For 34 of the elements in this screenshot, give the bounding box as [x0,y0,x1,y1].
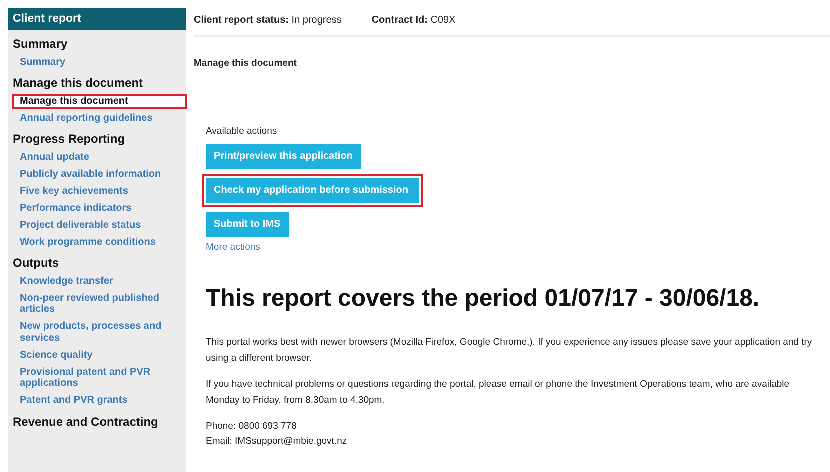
sidebar-item[interactable]: Annual update [8,150,186,164]
sidebar-title: Client report [8,8,186,30]
info-paragraph: If you have technical problems or questions regarding the portal, please email or phone the Investment Operations team, who are available Monday to Friday, from 8.30am to 4.30pm. [206,378,791,408]
info-paragraph: This portal works best with newer browsers (Mozilla Firefox, Google Chrome,). If you experience any issues please save your application and try using a different browser. [206,336,814,366]
sidebar-item[interactable]: Work programme conditions [8,236,186,249]
period-heading: This report covers the period 01/07/17 - 30/06/18. [206,284,761,314]
section-heading: Progress Reporting [12,132,126,147]
action-button[interactable]: Check my application before submission [202,174,422,206]
sidebar-item[interactable]: Project deliverable status [8,218,186,232]
sidebar-item[interactable]: Manage this document [13,94,186,108]
contact-line: Phone: 0800 693 778 [206,420,298,434]
sidebar-item[interactable]: Performance indicators [8,202,186,215]
section-heading: Revenue and Contracting [12,414,160,430]
sidebar-item[interactable]: Patent and PVR grants [8,394,186,408]
sidebar-item[interactable]: New products, processes and services [8,320,186,345]
sidebar-item[interactable]: Summary [8,56,186,69]
sidebar-item[interactable]: Annual reporting guidelines [8,112,186,125]
action-button[interactable]: Print/preview this application [206,144,361,168]
action-button[interactable]: Submit to IMS [206,212,289,236]
section-heading: Summary [12,37,69,52]
more-actions-link[interactable]: More actions [206,242,260,252]
sidebar-item[interactable]: Five key achievements [8,184,186,198]
sidebar-item[interactable]: Knowledge transfer [8,274,186,288]
sidebar-item[interactable]: Non-peer reviewed published articles [8,292,186,316]
section-heading: Outputs [12,256,60,271]
section-heading: Manage this document [12,76,144,91]
sidebar-item[interactable]: Publicly available information [8,168,186,181]
sidebar-item[interactable]: Science quality [8,348,186,362]
contact-line: Email: IMSsupport@mbie.govt.nz [206,434,348,449]
actions-label: Available actions [206,125,278,140]
status-field: Contract Id: C09X [372,13,456,28]
sidebar-item[interactable]: Provisional patent and PVR applications [8,366,186,390]
page-title: Manage this document [194,57,298,71]
status-field: Client report status: In progress [194,13,342,28]
